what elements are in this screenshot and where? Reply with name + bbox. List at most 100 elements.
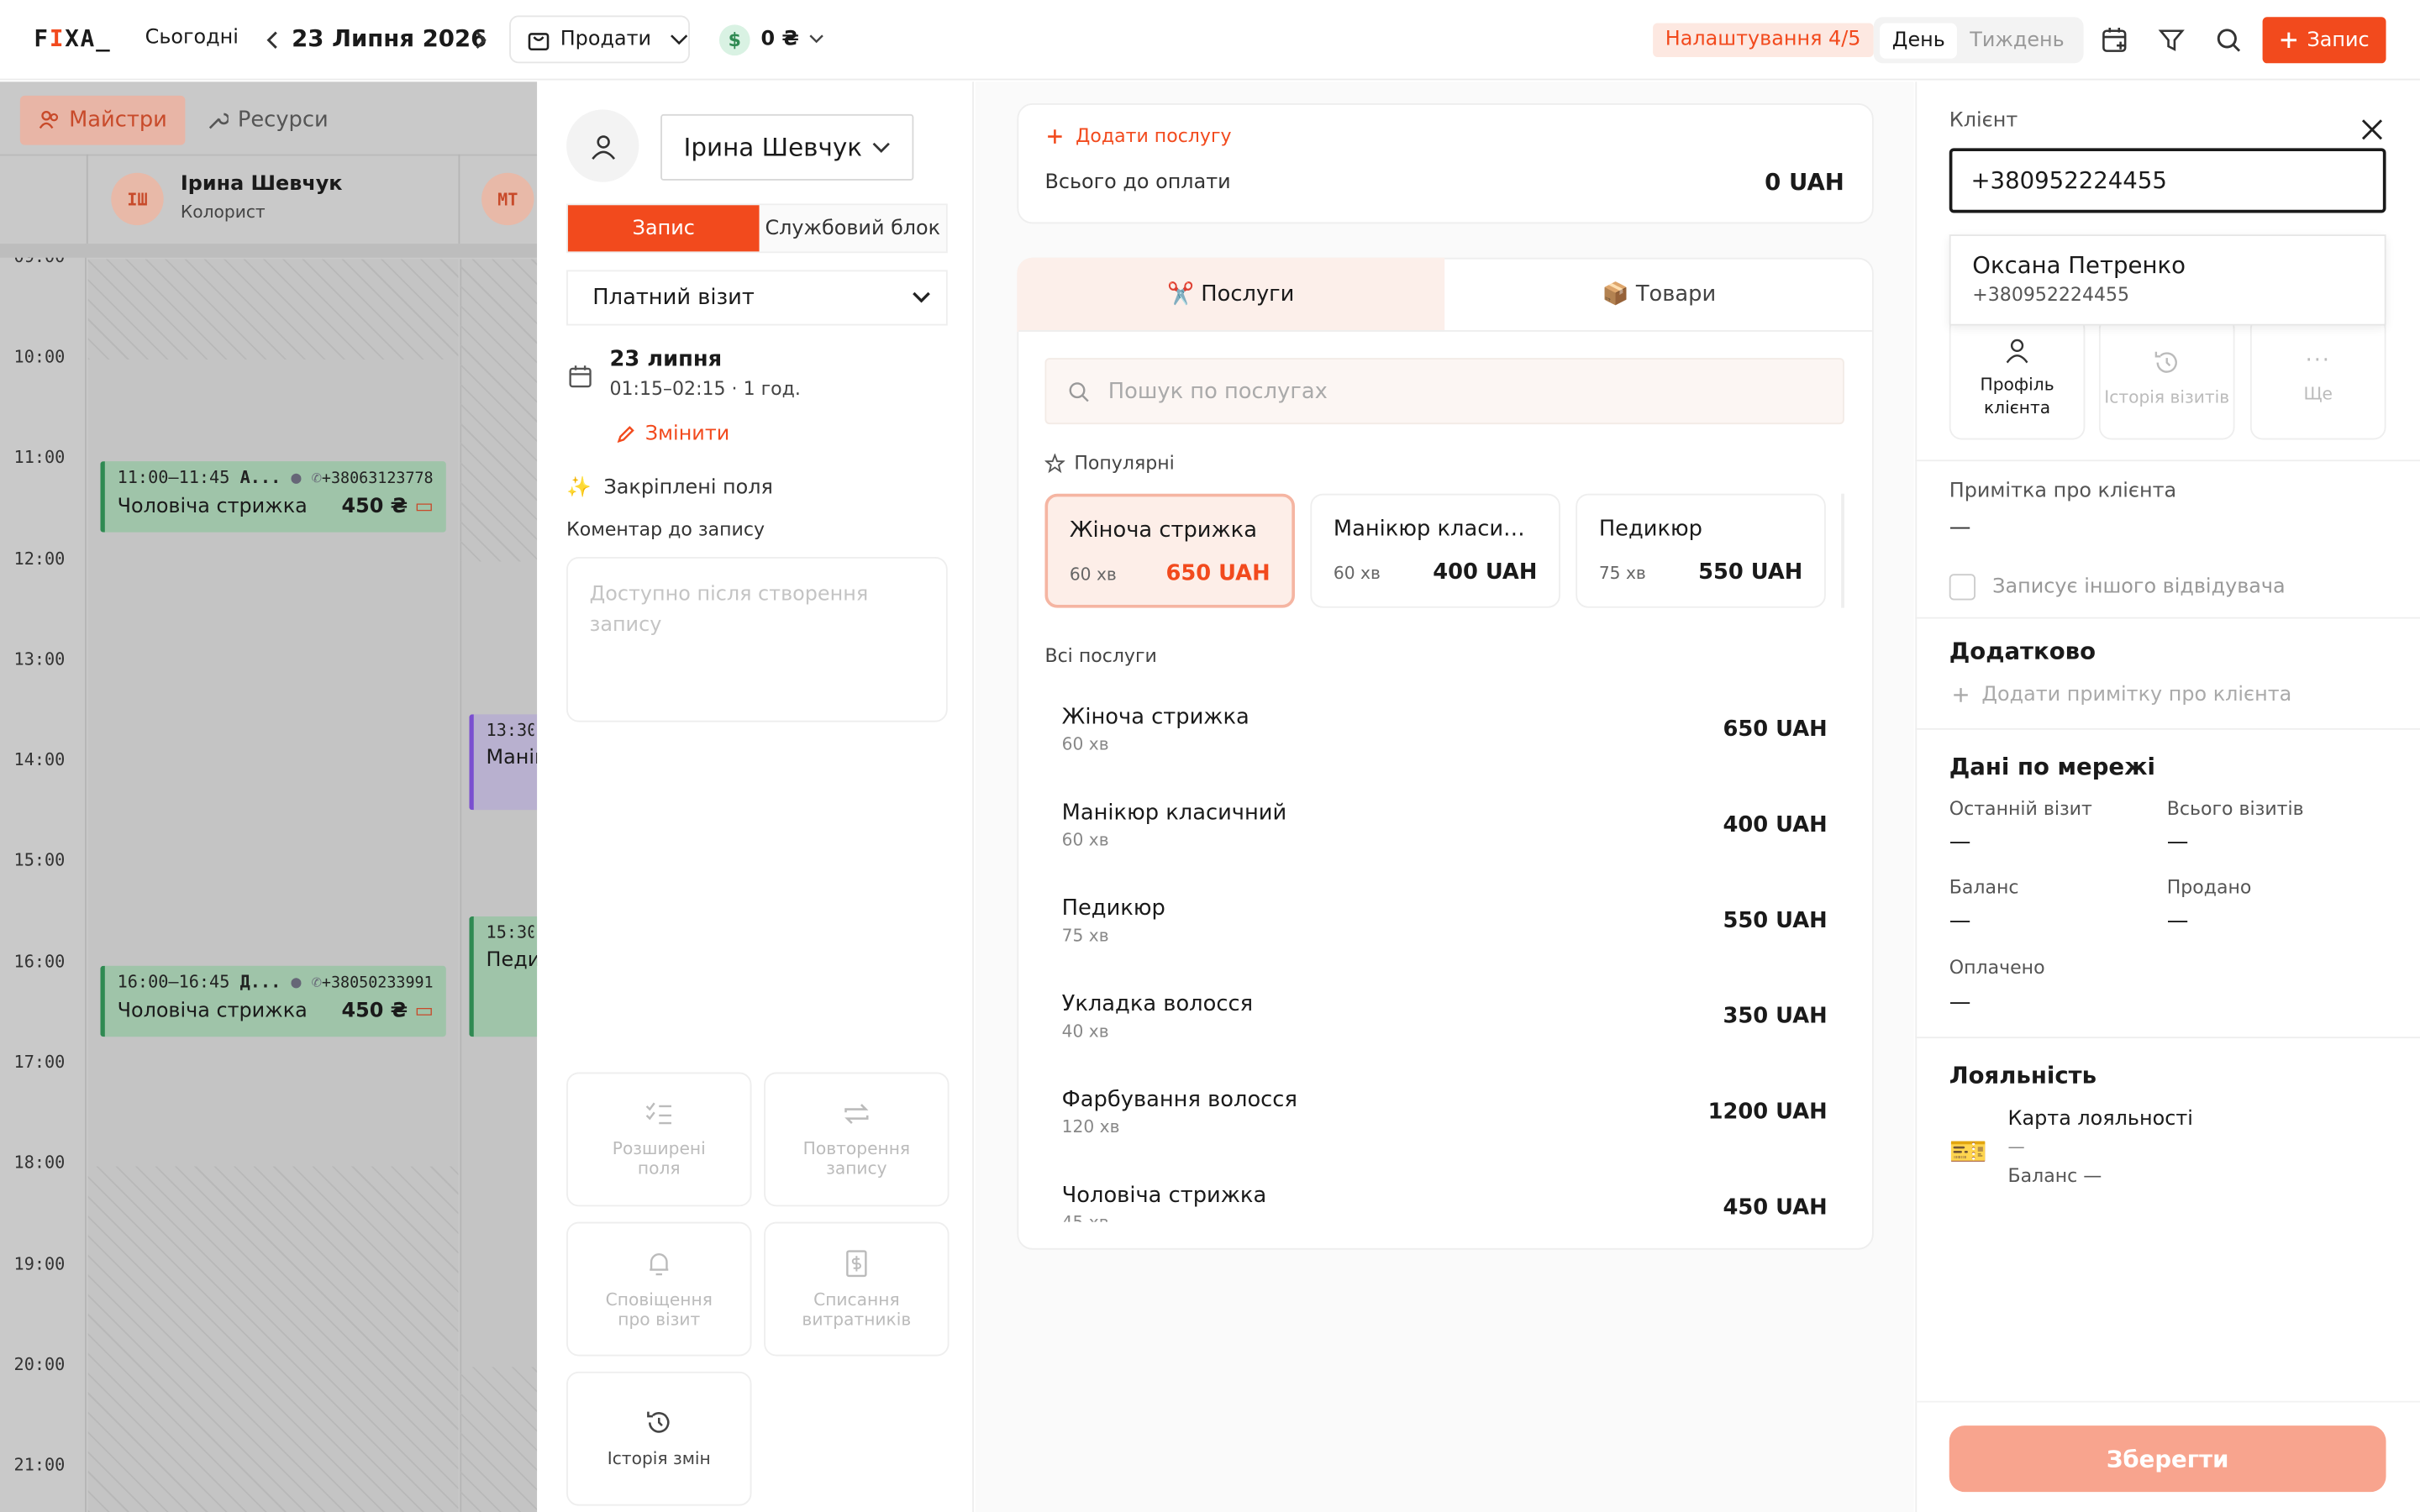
total-label: Всього до оплати <box>1044 171 1231 195</box>
visit-history-label: Історія візитів <box>2104 386 2230 407</box>
entry-date: 23 липня <box>609 347 723 372</box>
total-value: 0 UAH <box>1765 168 1844 197</box>
phone-icon: ● ✆ <box>291 467 322 488</box>
search-icon[interactable] <box>2215 26 2243 54</box>
visit-notification-button[interactable]: Сповіщення про візит <box>566 1221 752 1357</box>
logo[interactable]: FIXA_ <box>34 24 111 52</box>
appointment-card[interactable]: 16:00–16:45 Д... ● ✆+380502339911 Чолові… <box>100 965 446 1037</box>
change-datetime-link[interactable]: Змінити <box>616 423 729 446</box>
balance-value: — <box>1949 908 1971 934</box>
tab-service-block[interactable]: Службовий блок <box>759 205 946 252</box>
appointment-card[interactable]: 11:00–11:45 А... ● ✆+380631237788 Чолові… <box>100 461 446 533</box>
divider <box>1915 727 2420 730</box>
chevron-left-icon[interactable] <box>266 29 281 51</box>
popular-service-card[interactable]: Педикюр 75 хв 550 UAH <box>1576 493 1826 608</box>
search-placeholder: Пошук по послугах <box>1107 378 1328 404</box>
change-history-button[interactable]: Історія змін <box>566 1371 752 1506</box>
service-duration: 60 хв <box>1061 830 1109 851</box>
appointment-card[interactable]: 13:30 Манік <box>469 714 538 811</box>
save-button[interactable]: Зберегти <box>1949 1425 2386 1493</box>
popular-service-duration: 60 хв <box>1069 564 1117 585</box>
service-duration: 120 хв <box>1061 1116 1120 1137</box>
client-note-value[interactable]: — <box>1949 515 1971 539</box>
divider <box>1915 459 2420 462</box>
chevron-right-icon[interactable] <box>472 29 487 51</box>
repeat-icon <box>841 1100 872 1125</box>
client-profile-button[interactable]: Профіль клієнта <box>1949 316 2086 440</box>
visit-type-select[interactable]: Платний візит <box>566 270 948 326</box>
view-week-tab[interactable]: Тиждень <box>1958 23 2077 58</box>
comment-label: Коментар до запису <box>566 518 765 540</box>
total-card <box>1017 103 1874 224</box>
pinned-fields-label: Закріплені поля <box>603 476 773 501</box>
client-suggestion-dropdown[interactable]: Оксана Петренко +380952224455 <box>1949 234 2386 326</box>
view-day-tab[interactable]: День <box>1880 22 1958 58</box>
hour-label: 14:00 <box>13 749 66 770</box>
service-duration: 40 хв <box>1061 1021 1109 1042</box>
popular-service-card[interactable]: Манікюр класичн... 60 хв 400 UAH <box>1310 493 1560 608</box>
avatar[interactable]: МТ <box>481 172 534 226</box>
client-profile-label: Профіль клієнта <box>1980 375 2054 418</box>
repeat-entry-button[interactable]: Повторення запису <box>764 1072 950 1207</box>
total-visits-label: Всього візитів <box>2166 797 2304 820</box>
appointment-time: 13:30 <box>486 720 534 741</box>
appointment-card[interactable]: 15:30 Педи <box>469 916 538 1037</box>
tab-entry[interactable]: Запис <box>567 205 760 252</box>
non-working-hours <box>460 1367 538 1512</box>
receipt-icon <box>844 1249 869 1277</box>
dollar-icon: $ <box>718 24 750 56</box>
tab-services[interactable]: ✂️ Послуги <box>1017 257 1445 332</box>
filter-icon[interactable] <box>2158 26 2186 54</box>
history-icon <box>2153 348 2181 375</box>
balance-label: Баланс <box>1949 876 2019 898</box>
pinned-fields[interactable]: ✨ Закріплені поля <box>566 477 773 501</box>
hours-column: 09:00 10:00 11:00 12:00 13:00 14:00 15:0… <box>0 244 87 1512</box>
catalog-tabs: ✂️ Послуги 📦 Товари <box>1017 257 1874 332</box>
pencil-icon <box>616 424 636 444</box>
close-icon[interactable] <box>2360 118 2384 142</box>
visit-history-button[interactable]: Історія візитів <box>2098 316 2235 440</box>
service-name: Жіноча стрижка <box>1061 705 1249 730</box>
service-row[interactable]: Манікюр класичний 60 хв 400 UAH <box>1062 801 1828 850</box>
appointment-service: Чоловіча стрижка <box>117 495 308 519</box>
add-client-note-button[interactable]: Додати примітку про клієнта <box>1952 684 2291 706</box>
service-price: 550 UAH <box>1723 908 1828 934</box>
service-search-input[interactable]: Пошук по послугах <box>1044 358 1844 425</box>
service-price: 1200 UAH <box>1707 1100 1828 1125</box>
appointment-client: Д... <box>239 972 281 992</box>
avatar[interactable]: ІШ <box>111 172 164 226</box>
tab-resources[interactable]: Ресурси <box>207 96 329 145</box>
new-entry-button[interactable]: Запис <box>2262 17 2386 64</box>
last-visit-label: Останній візит <box>1949 797 2092 820</box>
service-name: Фарбування волосся <box>1061 1087 1297 1113</box>
balance-chevron-icon[interactable] <box>808 34 823 45</box>
service-name: Педикюр <box>1061 896 1165 921</box>
suggestion-phone: +380952224455 <box>1972 283 2130 306</box>
tab-goods[interactable]: 📦 Товари <box>1444 258 1874 332</box>
service-row[interactable]: Фарбування волосся 120 хв 1200 UAH <box>1062 1088 1828 1137</box>
other-visitor-checkbox[interactable] <box>1949 574 1975 601</box>
divider <box>1018 330 1872 332</box>
today-button[interactable]: Сьогодні <box>145 26 239 50</box>
extended-fields-button[interactable]: Розширені поля <box>566 1072 752 1207</box>
client-phone-input[interactable]: +380952224455 <box>1949 148 2386 213</box>
consumables-writeoff-button[interactable]: Списання витратників <box>764 1221 950 1357</box>
calendar-icon <box>568 364 592 388</box>
comment-textarea[interactable]: Доступно після створення запису <box>566 557 948 722</box>
service-row[interactable]: Жіноча стрижка 60 хв 650 UAH <box>1062 705 1828 754</box>
divider <box>1915 617 2420 619</box>
add-service-link[interactable]: Додати послугу <box>1046 125 1232 146</box>
master-name[interactable]: Ірина Шевчук <box>181 173 343 197</box>
more-button[interactable]: ··· Ще <box>2249 316 2386 440</box>
logo-text: F <box>34 24 50 53</box>
popular-service-card[interactable]: Жіноча стрижка 60 хв 650 UAH <box>1044 493 1295 608</box>
master-select[interactable]: Ірина Шевчук <box>660 113 914 181</box>
settings-progress-badge[interactable]: Налаштування 4/5 <box>1653 23 1874 57</box>
service-row[interactable]: Педикюр 75 хв 550 UAH <box>1062 896 1828 946</box>
sell-button[interactable]: Продати <box>509 15 691 64</box>
service-row[interactable]: Укладка волосся 40 хв 350 UAH <box>1062 992 1828 1042</box>
service-row[interactable]: Чоловіча стрижка 45 хв 450 UAH <box>1062 1184 1828 1222</box>
calendar-add-icon[interactable] <box>2101 26 2128 54</box>
tab-masters[interactable]: Майстри <box>19 95 186 145</box>
service-duration: 45 хв <box>1062 1213 1267 1222</box>
